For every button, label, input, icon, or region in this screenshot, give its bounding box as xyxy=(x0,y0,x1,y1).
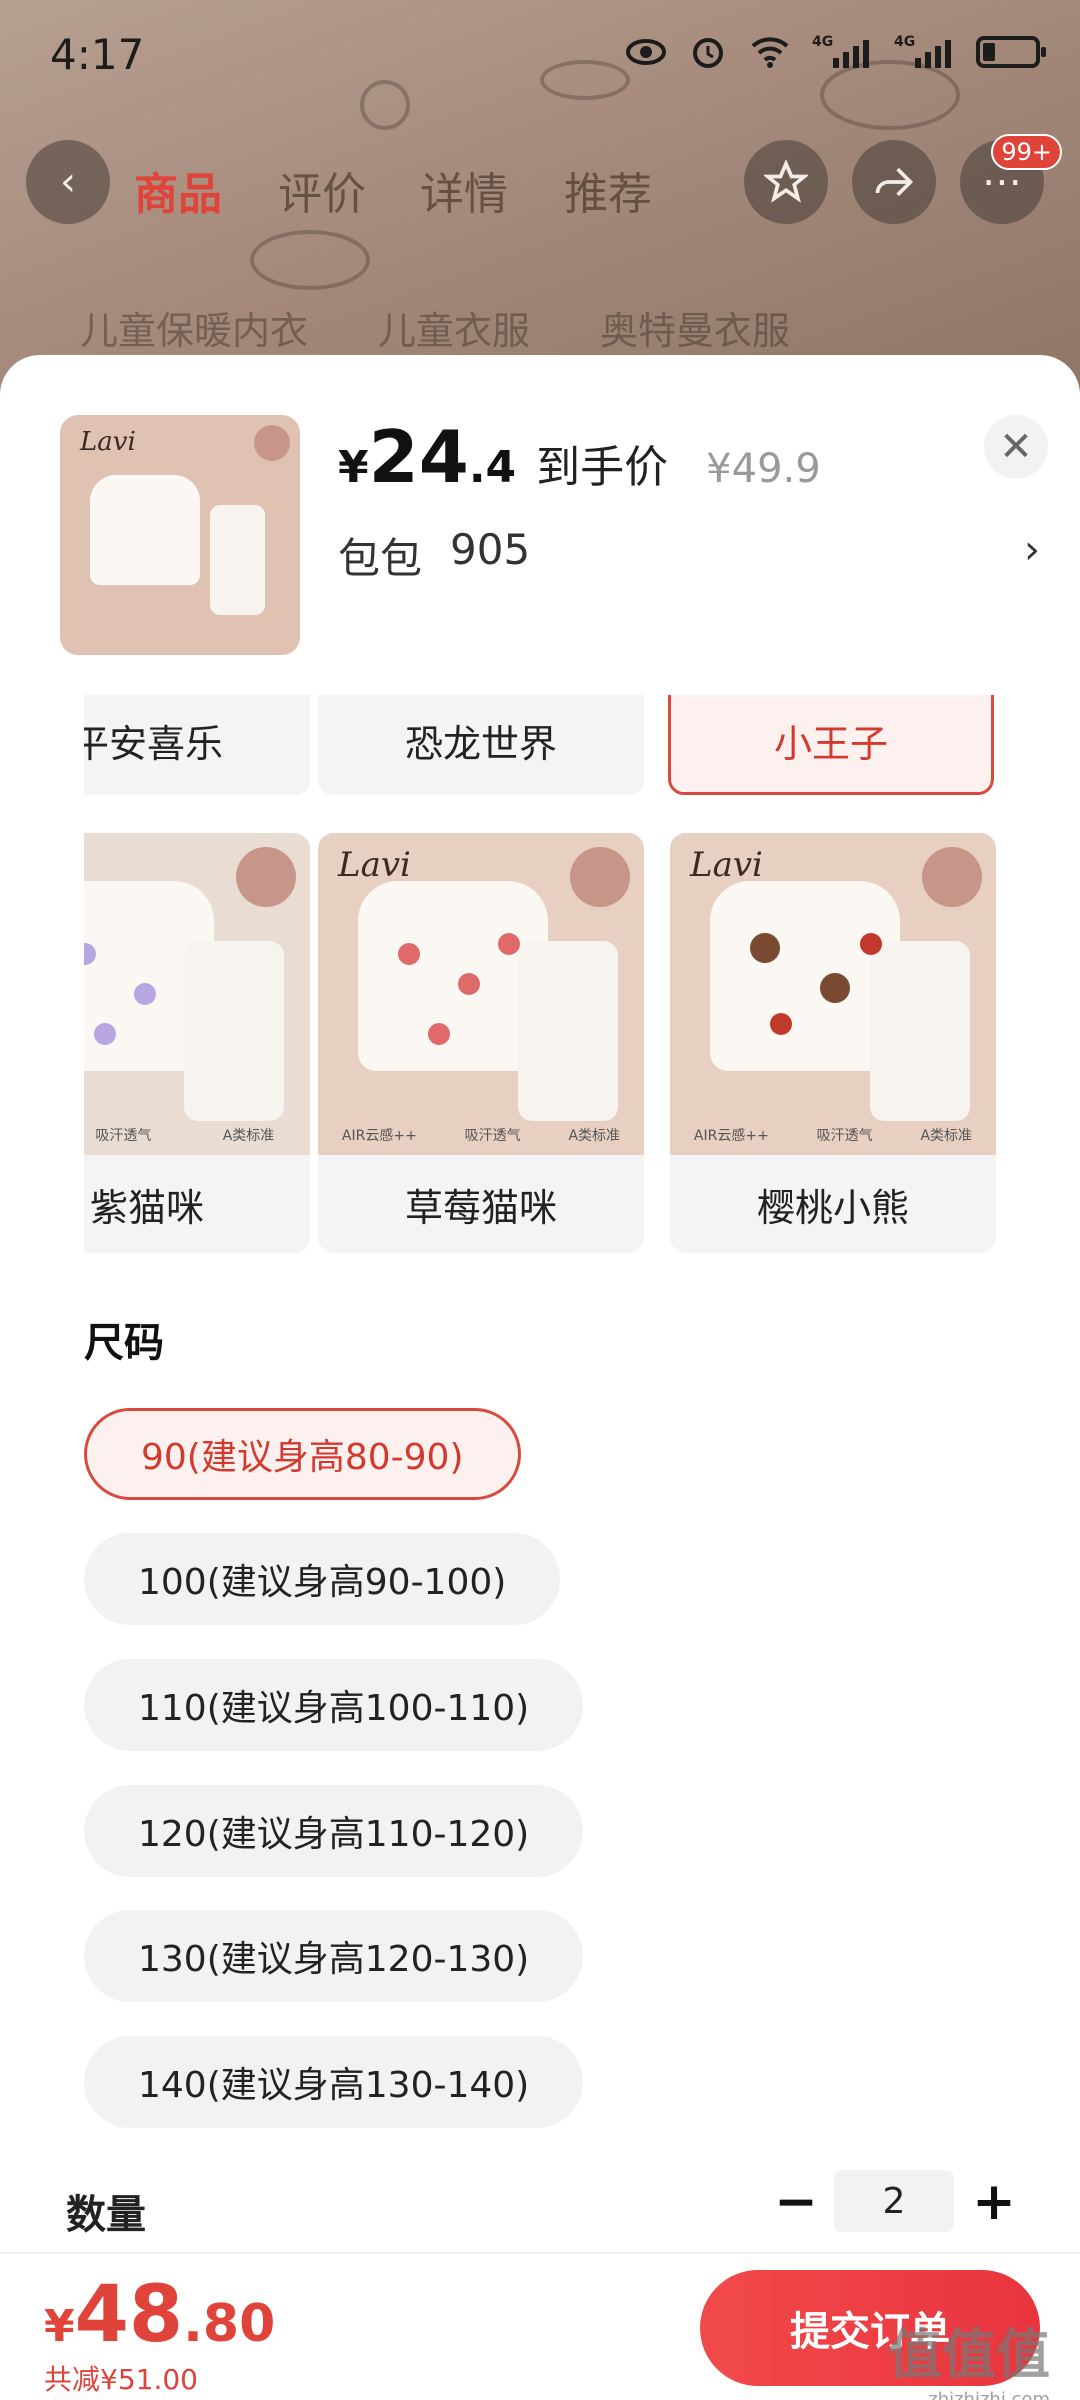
increase-quantity-button[interactable]: + xyxy=(964,2172,1024,2232)
size-option[interactable]: 120(建议身高110-120) xyxy=(84,1785,584,1877)
bg-search-chip: 儿童衣服 xyxy=(378,309,531,353)
more-button[interactable]: ⋯ 99+ xyxy=(960,134,1062,224)
style-card-image: .吸汗透气A类标准 xyxy=(84,833,310,1155)
badge-icon xyxy=(922,847,982,907)
style-option-label: 平安喜乐 xyxy=(84,721,223,766)
tab-reviews[interactable]: 评价 xyxy=(278,158,366,222)
address-code: 905 xyxy=(450,525,531,574)
feature-label: 吸汗透气 xyxy=(95,1128,152,1144)
close-icon: ✕ xyxy=(999,424,1033,470)
status-bar: 4:17 4G 4G xyxy=(0,0,1080,110)
site-watermark: 值值值 zhizhizhi.com xyxy=(888,2310,1050,2400)
size-section-title: 尺码 xyxy=(84,1320,164,1366)
style-option-selected[interactable]: 小王子 xyxy=(668,695,994,795)
share-button[interactable] xyxy=(852,140,936,224)
bird-doodle xyxy=(250,230,370,290)
chevron-left-icon: ‹ xyxy=(60,159,76,205)
total-currency: ¥ xyxy=(44,2301,75,2352)
brand-logo: Lavi xyxy=(338,845,411,885)
price-row: ¥ 24 .4 到手价 ¥49.9 xyxy=(338,415,821,499)
star-icon xyxy=(764,160,808,203)
alarm-icon xyxy=(693,38,723,68)
style-card-label: 樱桃小熊 xyxy=(756,1185,909,1230)
style-option-label: 恐龙世界 xyxy=(404,721,557,766)
sku-sheet: Lavi ¥ 24 .4 到手价 ¥49.9 ✕ 包包 905 › 平安喜乐 恐… xyxy=(0,355,1080,2400)
size-option-selected[interactable]: 90(建议身高80-90) xyxy=(84,1408,521,1500)
brand-logo: Lavi xyxy=(690,845,763,885)
tab-details[interactable]: 详情 xyxy=(420,158,508,222)
notification-badge: 99+ xyxy=(991,134,1062,170)
price-currency: ¥ xyxy=(338,442,369,493)
style-card-image: Lavi AIR云感++ 吸汗透气 A类标准 xyxy=(318,833,644,1155)
feature-label: 吸汗透气 xyxy=(464,1128,521,1144)
product-thumbnail[interactable]: Lavi xyxy=(60,415,300,655)
total-price: ¥ 48 .80 xyxy=(44,2270,275,2360)
style-tabs-row: 平安喜乐 恐龙世界 小王子 xyxy=(84,695,996,795)
decrease-quantity-button[interactable]: − xyxy=(766,2172,826,2232)
size-option[interactable]: 140(建议身高130-140) xyxy=(84,2036,584,2128)
size-option[interactable]: 130(建议身高120-130) xyxy=(84,1910,584,2002)
feature-label: A类标准 xyxy=(920,1128,973,1144)
feature-label: AIR云感++ xyxy=(341,1128,417,1144)
price-label: 到手价 xyxy=(536,442,669,493)
style-cards-row: .吸汗透气A类标准 紫猫咪 Lavi AIR云感++吸汗透气A类标准 草莓猫咪 … xyxy=(84,833,996,1253)
badge-icon xyxy=(236,847,296,907)
quantity-input[interactable]: 2 xyxy=(834,2170,954,2232)
style-option[interactable]: 恐龙世界 xyxy=(318,695,644,795)
close-button[interactable]: ✕ xyxy=(984,415,1048,479)
favorite-button[interactable] xyxy=(744,140,828,224)
status-time: 4:17 xyxy=(50,30,145,79)
bg-search-chip: 儿童保暖内衣 xyxy=(80,309,309,353)
address-selector[interactable]: 包包 905 xyxy=(338,525,530,586)
chevron-right-icon[interactable]: › xyxy=(1024,527,1040,573)
background-search-chips: 儿童保暖内衣 儿童衣服 奥特曼衣服 xyxy=(80,300,790,355)
feature-label: 吸汗透气 xyxy=(816,1128,873,1144)
style-card[interactable]: Lavi AIR云感++ 吸汗透气 A类标准 草莓猫咪 xyxy=(318,833,644,1253)
style-card-image: Lavi AIR云感++ 吸汗透气 A类标准 xyxy=(670,833,996,1155)
quantity-title: 数量 xyxy=(66,2192,146,2238)
brand-logo: Lavi xyxy=(80,427,136,457)
tab-product[interactable]: 商品 xyxy=(134,158,222,222)
style-option-label: 小王子 xyxy=(773,721,888,766)
watermark-text: 值值值 xyxy=(888,2323,1050,2386)
price-integer: 24 xyxy=(368,415,469,499)
total-integer: 48 xyxy=(74,2270,184,2360)
bg-search-chip: 奥特曼衣服 xyxy=(600,309,791,353)
style-card-label: 紫猫咪 xyxy=(89,1185,204,1230)
size-option[interactable]: 100(建议身高90-100) xyxy=(84,1533,561,1625)
style-option[interactable]: 平安喜乐 xyxy=(84,695,310,795)
sheet-header: Lavi ¥ 24 .4 到手价 ¥49.9 ✕ 包包 905 › xyxy=(0,355,1080,695)
price-decimal: .4 xyxy=(468,442,517,493)
watermark-sub: zhizhizhi.com xyxy=(928,2389,1050,2400)
tab-recommend[interactable]: 推荐 xyxy=(564,158,652,222)
share-icon xyxy=(875,167,914,197)
eye-icon xyxy=(626,39,666,65)
signal-4g-icon-2: 4G xyxy=(894,34,954,70)
quantity-row: 数量 − 2 + xyxy=(66,2170,1026,2250)
badge-icon xyxy=(570,847,630,907)
original-price: ¥49.9 xyxy=(706,446,821,492)
size-option[interactable]: 110(建议身高100-110) xyxy=(84,1659,584,1751)
discount-total: 共减¥51.00 xyxy=(44,2363,198,2396)
style-card[interactable]: Lavi AIR云感++ 吸汗透气 A类标准 樱桃小熊 xyxy=(670,833,996,1253)
feature-label: A类标准 xyxy=(568,1128,621,1144)
signal-4g-icon: 4G xyxy=(812,34,872,70)
feature-label: A类标准 xyxy=(222,1128,275,1144)
address-name: 包包 xyxy=(338,534,423,583)
back-button[interactable]: ‹ xyxy=(26,140,110,224)
style-card[interactable]: .吸汗透气A类标准 紫猫咪 xyxy=(84,833,310,1253)
total-decimal: .80 xyxy=(183,2294,276,2354)
wifi-icon xyxy=(751,37,789,68)
feature-label: AIR云感++ xyxy=(693,1128,769,1144)
style-card-label: 草莓猫咪 xyxy=(404,1185,557,1230)
battery-icon xyxy=(976,36,1046,68)
top-nav: ‹ 商品 评价 详情 推荐 ⋯ 99+ xyxy=(0,134,1080,230)
